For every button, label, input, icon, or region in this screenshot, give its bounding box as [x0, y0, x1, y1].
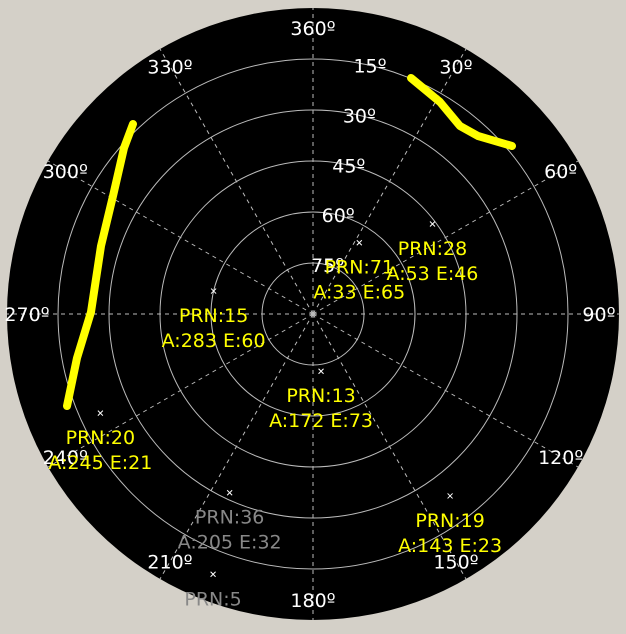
satellite-prn-label: PRN:28 [398, 238, 467, 260]
elevation-label: 60º [322, 205, 355, 227]
satellite-prn-label: PRN:13 [286, 385, 355, 407]
azimuth-label: 270º [4, 304, 49, 326]
skyplot: 360º30º60º90º120º150º180º210º240º270º300… [4, 8, 619, 620]
elevation-label: 15º [353, 56, 386, 78]
azimuth-label: 330º [147, 56, 192, 78]
elevation-label: 30º [343, 105, 376, 127]
satellite-prn-label: PRN:71 [325, 257, 394, 279]
azimuth-label: 90º [582, 304, 615, 326]
azimuth-label: 180º [290, 590, 335, 612]
azimuth-label: 60º [544, 161, 577, 183]
satellite-position-label: A:245 E:21 [48, 452, 152, 474]
satellite-prn-label: PRN:20 [66, 427, 135, 449]
azimuth-label: 30º [439, 56, 472, 78]
satellite-position-label: A:172 E:73 [269, 410, 373, 432]
satellite-position-label: A:205 E:32 [178, 532, 282, 554]
azimuth-label: 300º [43, 161, 88, 183]
satellite-prn-label: PRN:5 [184, 588, 241, 610]
azimuth-label: 360º [290, 18, 335, 40]
azimuth-label: 210º [147, 552, 192, 574]
satellite-position-label: A:143 E:23 [398, 535, 502, 557]
center-dot [310, 311, 316, 317]
satellite-position-label: A:33 E:65 [313, 282, 405, 304]
window-bottom-edge [0, 626, 626, 634]
satellite-position-label: A:283 E:60 [162, 330, 266, 352]
satellite-prn-label: PRN:19 [415, 510, 484, 532]
satellite-prn-label: PRN:15 [179, 305, 248, 327]
azimuth-label: 120º [538, 447, 583, 469]
satellite-prn-label: PRN:36 [195, 507, 264, 529]
satellite-position-label: A:53 E:46 [387, 263, 479, 285]
elevation-label: 45º [332, 155, 365, 177]
